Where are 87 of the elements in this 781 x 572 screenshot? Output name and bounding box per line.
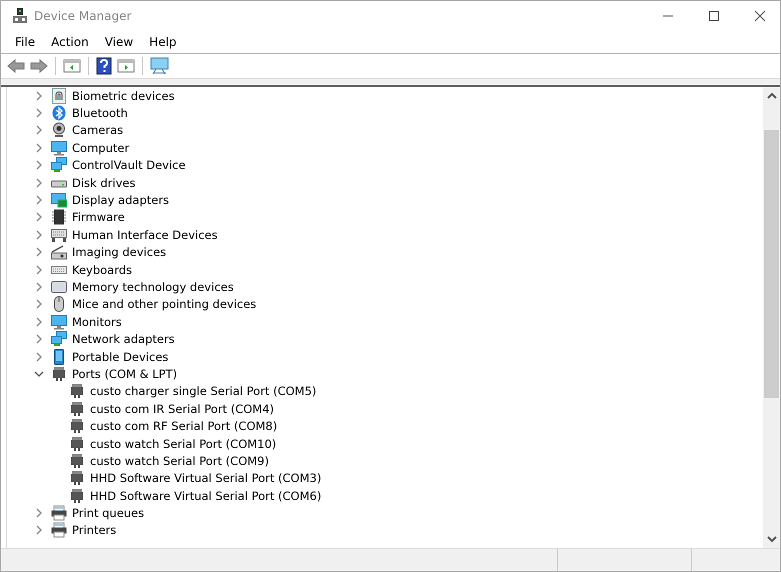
menu-item[interactable]: File	[7, 35, 44, 49]
tree-item[interactable]: custo com IR Serial Port (COM4)	[90, 402, 274, 416]
mouse-icon	[51, 296, 67, 312]
close-button[interactable]	[754, 10, 766, 22]
port-icon	[51, 366, 67, 382]
memory-card-icon	[51, 278, 67, 295]
tree-item[interactable]: Computer	[72, 140, 130, 155]
tree-item[interactable]: Disk drives	[72, 176, 136, 190]
tree-item[interactable]: Biometric devices	[72, 88, 175, 103]
expand-chevron-icon[interactable]	[34, 334, 44, 344]
expand-chevron-icon[interactable]	[34, 230, 44, 240]
expand-chevron-icon[interactable]	[34, 90, 44, 101]
expand-chevron-icon[interactable]	[34, 316, 44, 327]
tree-item[interactable]: Monitors	[72, 314, 122, 329]
expand-chevron-icon[interactable]	[34, 125, 44, 136]
tree-item[interactable]: Print queues	[72, 506, 144, 520]
tree-item[interactable]: Imaging devices	[72, 245, 166, 260]
expand-chevron-icon[interactable]	[34, 508, 44, 518]
keyboard-mouse-icon	[51, 226, 67, 243]
tree-item[interactable]: Display adapters	[72, 193, 170, 208]
tree-item[interactable]: Printers	[72, 523, 116, 538]
display-card-icon	[51, 192, 67, 208]
expand-chevron-icon[interactable]	[34, 299, 44, 310]
expand-chevron-icon[interactable]	[34, 178, 44, 188]
menu-item[interactable]: View	[96, 35, 142, 49]
tree-item[interactable]: Portable Devices	[72, 350, 168, 364]
expand-chevron-icon[interactable]	[34, 212, 44, 222]
scan-monitor-icon[interactable]	[150, 57, 170, 75]
port-icon	[69, 418, 85, 434]
tree-item[interactable]: Bluetooth	[72, 106, 128, 120]
tree-item[interactable]: ControlVault Device	[72, 158, 186, 172]
tree-item[interactable]: custo watch Serial Port (COM9)	[90, 454, 269, 468]
expand-chevron-icon[interactable]	[34, 108, 44, 118]
tree-item[interactable]: HHD Software Virtual Serial Port (COM6)	[90, 488, 322, 503]
expand-chevron-icon[interactable]	[34, 195, 44, 206]
printer-icon	[51, 522, 67, 538]
port-icon	[69, 452, 85, 469]
window-title: Device Manager	[34, 9, 132, 23]
tree-item[interactable]: Ports (COM & LPT)	[72, 366, 178, 381]
network-monitors-icon	[51, 331, 67, 348]
webcam-icon	[51, 122, 67, 138]
scanner-icon	[51, 244, 67, 260]
vertical-scrollbar[interactable]	[763, 87, 780, 548]
expand-chevron-icon[interactable]	[34, 160, 44, 170]
tree-item[interactable]: Cameras	[72, 123, 124, 138]
fingerprint-icon	[51, 88, 67, 104]
back-arrow-icon[interactable]	[7, 58, 25, 74]
port-icon	[69, 400, 85, 417]
scrollbar-thumb[interactable]	[764, 130, 779, 398]
tree-item[interactable]: Human Interface Devices	[72, 228, 218, 242]
tree-item[interactable]: Memory technology devices	[72, 280, 234, 294]
maximize-button[interactable]	[708, 10, 720, 22]
monitor-icon	[51, 314, 67, 330]
tree-item[interactable]: Keyboards	[72, 262, 132, 277]
properties-window-icon[interactable]	[63, 58, 81, 74]
bluetooth-icon	[51, 105, 67, 122]
collapse-chevron-icon[interactable]	[34, 368, 44, 379]
port-icon	[69, 436, 85, 452]
tree-item[interactable]: custo watch Serial Port (COM10)	[90, 436, 276, 450]
scroll-up-icon[interactable]	[766, 92, 776, 100]
port-icon	[69, 470, 85, 486]
network-monitors-icon	[51, 157, 67, 174]
expand-chevron-icon[interactable]	[34, 142, 44, 153]
tree-item[interactable]: custo charger single Serial Port (COM5)	[90, 384, 316, 398]
expand-chevron-icon[interactable]	[34, 247, 44, 258]
tree-item[interactable]: Mice and other pointing devices	[72, 297, 256, 312]
device-manager-icon	[13, 8, 27, 24]
expand-chevron-icon[interactable]	[34, 264, 44, 275]
monitor-icon	[51, 140, 67, 156]
port-icon	[69, 488, 85, 504]
tree-item[interactable]: HHD Software Virtual Serial Port (COM3)	[90, 471, 322, 486]
scroll-down-icon[interactable]	[766, 535, 776, 543]
menu-item[interactable]: Action	[43, 35, 97, 49]
tree-item[interactable]: Firmware	[72, 210, 125, 224]
printer-icon	[51, 505, 67, 522]
tree-item[interactable]: custo com RF Serial Port (COM8)	[90, 419, 278, 434]
expand-chevron-icon[interactable]	[34, 352, 44, 362]
expand-chevron-icon[interactable]	[34, 282, 44, 292]
menu-item[interactable]: Help	[141, 35, 185, 49]
help-icon[interactable]	[96, 57, 112, 75]
phone-icon	[51, 348, 67, 365]
run-window-icon[interactable]	[117, 58, 135, 74]
chip-icon	[51, 209, 67, 226]
forward-arrow-icon[interactable]	[30, 58, 48, 74]
tree-item[interactable]: Network adapters	[72, 332, 175, 346]
expand-chevron-icon[interactable]	[34, 525, 44, 536]
port-icon	[69, 383, 85, 400]
